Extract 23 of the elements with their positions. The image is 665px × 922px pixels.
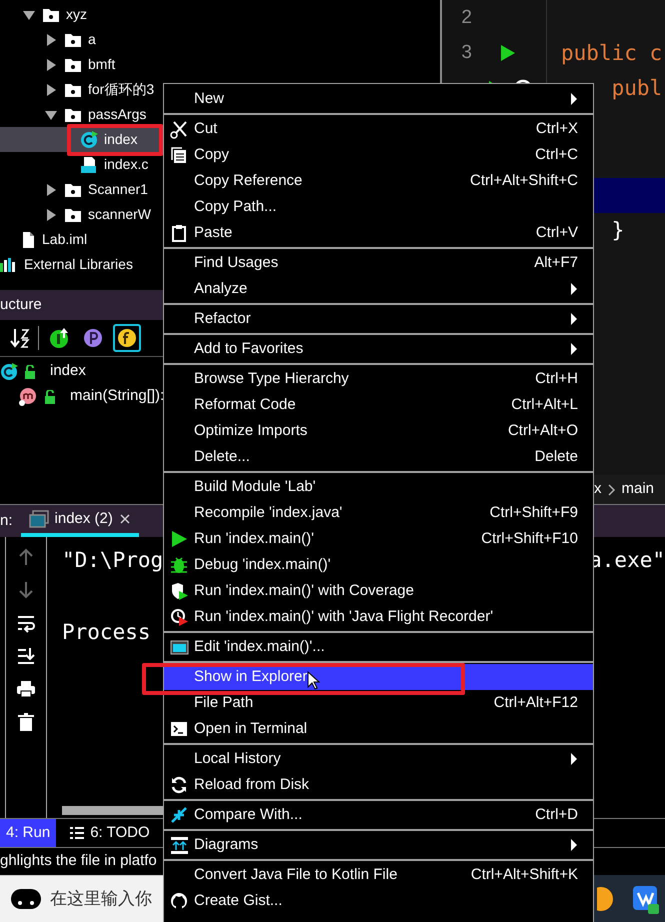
- panel-title: ucture: [0, 294, 42, 315]
- console-text: Process: [62, 619, 151, 646]
- status-text: ghlights the file in platfo: [0, 851, 157, 872]
- shortcut-text: Alt+F7: [534, 252, 578, 273]
- shortcut-text: Ctrl+Alt+F12: [494, 692, 578, 713]
- shortcut-text: Ctrl+Shift+F9: [490, 502, 578, 523]
- shortcut-text: Ctrl+Alt+Shift+K: [470, 864, 578, 885]
- shortcut-text: Ctrl+Shift+F10: [481, 528, 578, 549]
- code-line: publ: [610, 75, 662, 102]
- shortcut-text: Ctrl+Alt+Shift+C: [470, 170, 578, 191]
- code-line: public c: [561, 40, 662, 66]
- line-number: 3: [460, 41, 472, 65]
- shortcut-text: Ctrl+C: [535, 144, 578, 165]
- line-number: 2: [460, 6, 472, 30]
- shortcut-text: Ctrl+X: [536, 118, 578, 139]
- panel-label: n:: [0, 510, 13, 531]
- console-text: "D:\Prog: [62, 547, 164, 574]
- shortcut-text: Ctrl+H: [535, 368, 578, 389]
- shortcut-text: Ctrl+D: [535, 804, 578, 825]
- shortcut-text: Ctrl+V: [536, 222, 578, 243]
- shortcut-text: Delete: [534, 446, 578, 467]
- shortcut-text: Ctrl+Alt+L: [511, 394, 578, 415]
- shortcut-text: Ctrl+Alt+O: [508, 420, 578, 441]
